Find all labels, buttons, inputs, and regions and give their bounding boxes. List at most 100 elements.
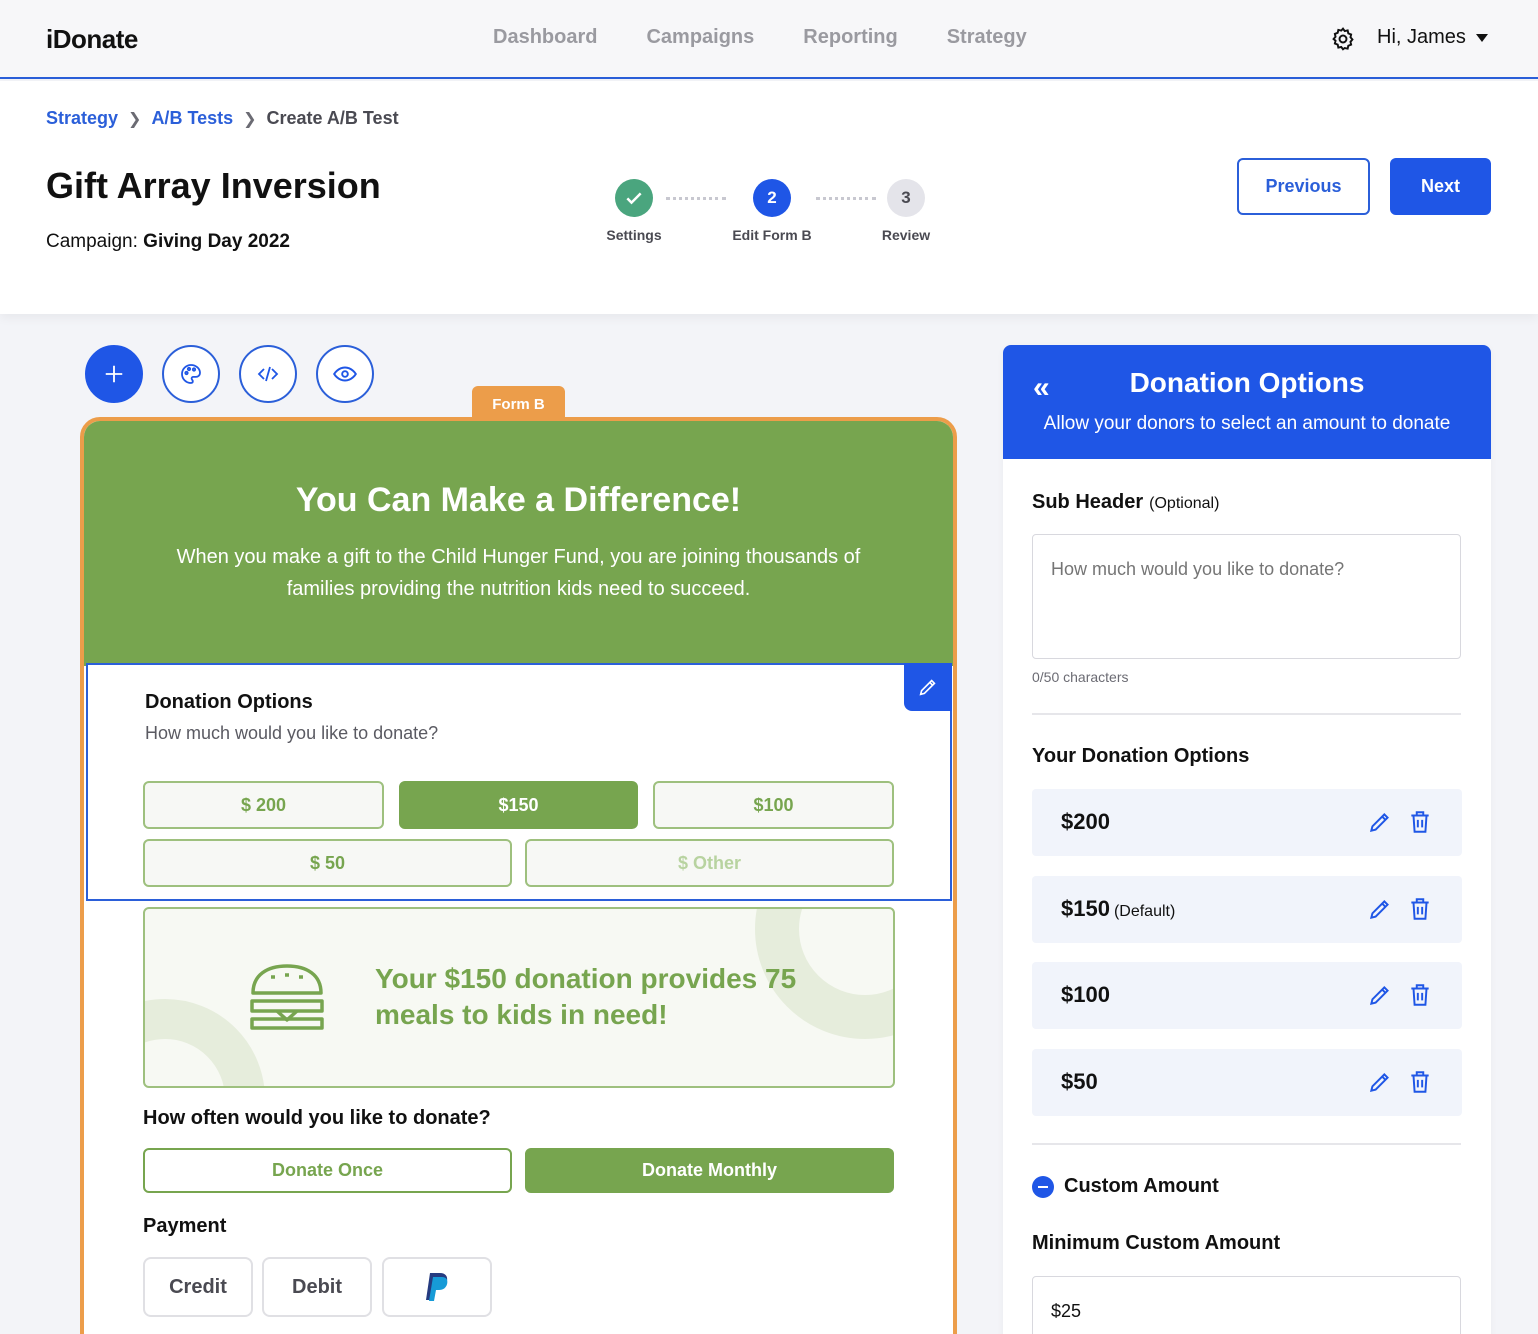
- nav-reporting[interactable]: Reporting: [803, 26, 897, 49]
- sub-header-label: Sub Header (Optional): [1032, 491, 1219, 514]
- pencil-icon[interactable]: [1367, 982, 1393, 1008]
- donation-option-row[interactable]: $200: [1032, 789, 1462, 856]
- payment-paypal-button[interactable]: [382, 1257, 492, 1317]
- chevron-down-icon: [1475, 33, 1488, 42]
- option-amount: $150: [1061, 896, 1110, 921]
- sub-header-label-text: Sub Header: [1032, 491, 1144, 513]
- donation-option-row[interactable]: $100: [1032, 962, 1462, 1029]
- payment-debit-button[interactable]: Debit: [262, 1257, 372, 1317]
- step-label: Review: [881, 227, 931, 243]
- default-tag: (Default): [1113, 903, 1176, 920]
- donation-options-title: Donation Options: [145, 691, 313, 713]
- user-menu[interactable]: Hi, James: [1377, 26, 1488, 49]
- frequency-title: How often would you like to donate?: [143, 1107, 491, 1129]
- custom-amount-label: Custom Amount: [1064, 1175, 1219, 1197]
- amount-100-button[interactable]: $100: [653, 781, 894, 829]
- top-nav: iDonate Dashboard Campaigns Reporting St…: [0, 0, 1538, 79]
- nav-dashboard[interactable]: Dashboard: [493, 26, 597, 49]
- min-custom-amount-input[interactable]: [1032, 1276, 1461, 1334]
- gear-icon[interactable]: [1330, 26, 1356, 52]
- option-amount: $50: [1061, 1069, 1098, 1094]
- preview-button[interactable]: [316, 345, 374, 403]
- impact-message: Your $150 donation provides 75 meals to …: [375, 963, 797, 1030]
- pencil-icon[interactable]: [1367, 896, 1393, 922]
- code-button[interactable]: [239, 345, 297, 403]
- option-value: $50: [1061, 1069, 1098, 1095]
- amount-150-button[interactable]: $150: [399, 781, 638, 829]
- page-header: Strategy ❯ A/B Tests ❯ Create A/B Test G…: [0, 81, 1538, 314]
- optional-tag: (Optional): [1149, 495, 1220, 512]
- form-preview: You Can Make a Difference! When you make…: [80, 417, 957, 1334]
- step-label: Settings: [606, 227, 662, 243]
- properties-panel: « Donation Options Allow your donors to …: [1003, 345, 1491, 1334]
- amount-200-button[interactable]: $ 200: [143, 781, 384, 829]
- logo[interactable]: iDonate: [46, 24, 138, 55]
- burger-icon: [250, 964, 324, 1030]
- chevron-right-icon: ❯: [243, 110, 257, 128]
- add-element-button[interactable]: [85, 345, 143, 403]
- eye-icon: [333, 366, 357, 382]
- hero-text: When you make a gift to the Child Hunger…: [176, 546, 861, 600]
- step-review[interactable]: 3 Review: [856, 179, 956, 243]
- donation-option-row[interactable]: $50: [1032, 1049, 1462, 1116]
- nav-strategy[interactable]: Strategy: [947, 26, 1027, 49]
- step-number: 2: [753, 179, 791, 217]
- pencil-icon[interactable]: [1367, 1069, 1393, 1095]
- palette-icon: [181, 364, 201, 384]
- breadcrumb-current: Create A/B Test: [266, 108, 399, 128]
- trash-icon[interactable]: [1407, 982, 1433, 1008]
- minus-circle-icon[interactable]: [1032, 1175, 1054, 1198]
- step-settings[interactable]: Settings: [584, 179, 684, 243]
- theme-button[interactable]: [162, 345, 220, 403]
- campaign-info: Campaign: Giving Day 2022: [46, 231, 290, 253]
- char-count: 0/50 characters: [1032, 669, 1129, 685]
- sub-header-input[interactable]: [1032, 534, 1461, 659]
- stepper: Settings 2 Edit Form B 3 Review: [600, 179, 940, 249]
- campaign-name: Giving Day 2022: [143, 231, 290, 252]
- next-button[interactable]: Next: [1390, 158, 1491, 215]
- option-amount: $100: [1061, 982, 1110, 1007]
- donation-option-row[interactable]: $150 (Default): [1032, 876, 1462, 943]
- code-icon: [257, 366, 279, 382]
- main-nav: Dashboard Campaigns Reporting Strategy: [493, 26, 1027, 49]
- previous-button[interactable]: Previous: [1237, 158, 1370, 215]
- form-hero[interactable]: You Can Make a Difference! When you make…: [84, 421, 953, 666]
- your-options-title: Your Donation Options: [1032, 745, 1250, 767]
- payment-credit-button[interactable]: Credit: [143, 1257, 253, 1317]
- divider: [1032, 713, 1461, 715]
- breadcrumb-ab-tests[interactable]: A/B Tests: [151, 108, 233, 129]
- plus-icon: [105, 365, 123, 383]
- donate-once-button[interactable]: Donate Once: [143, 1148, 512, 1193]
- impact-message-card: Your $150 donation provides 75 meals to …: [143, 907, 895, 1088]
- edit-block-button[interactable]: [904, 663, 952, 711]
- amount-50-button[interactable]: $ 50: [143, 839, 512, 887]
- step-connector: [666, 197, 726, 200]
- donation-options-subtitle: How much would you like to donate?: [145, 723, 439, 743]
- option-value: $200: [1061, 809, 1110, 835]
- trash-icon[interactable]: [1407, 809, 1433, 835]
- option-amount: $200: [1061, 809, 1110, 834]
- payment-title: Payment: [143, 1215, 227, 1237]
- user-greeting: Hi, James: [1377, 26, 1466, 48]
- decorative-shape: [145, 999, 265, 1086]
- min-custom-amount-label: Minimum Custom Amount: [1032, 1232, 1281, 1254]
- panel-header: « Donation Options Allow your donors to …: [1003, 345, 1491, 459]
- trash-icon[interactable]: [1407, 1069, 1433, 1095]
- pencil-icon: [919, 679, 936, 696]
- step-edit-form-b[interactable]: 2 Edit Form B: [722, 179, 822, 243]
- check-icon: [615, 179, 653, 217]
- donation-options-block[interactable]: Donation Options How much would you like…: [86, 663, 952, 901]
- donate-monthly-button[interactable]: Donate Monthly: [525, 1148, 894, 1193]
- paypal-icon: [426, 1273, 448, 1301]
- breadcrumb-strategy[interactable]: Strategy: [46, 108, 118, 129]
- pencil-icon[interactable]: [1367, 809, 1393, 835]
- option-value: $150 (Default): [1061, 896, 1175, 922]
- amount-other-button[interactable]: $ Other: [525, 839, 894, 887]
- panel-title: Donation Options: [1129, 367, 1365, 398]
- campaign-label: Campaign:: [46, 231, 138, 252]
- option-value: $100: [1061, 982, 1110, 1008]
- breadcrumb: Strategy ❯ A/B Tests ❯ Create A/B Test: [46, 108, 399, 129]
- step-label: Edit Form B: [732, 227, 812, 243]
- trash-icon[interactable]: [1407, 896, 1433, 922]
- nav-campaigns[interactable]: Campaigns: [646, 26, 754, 49]
